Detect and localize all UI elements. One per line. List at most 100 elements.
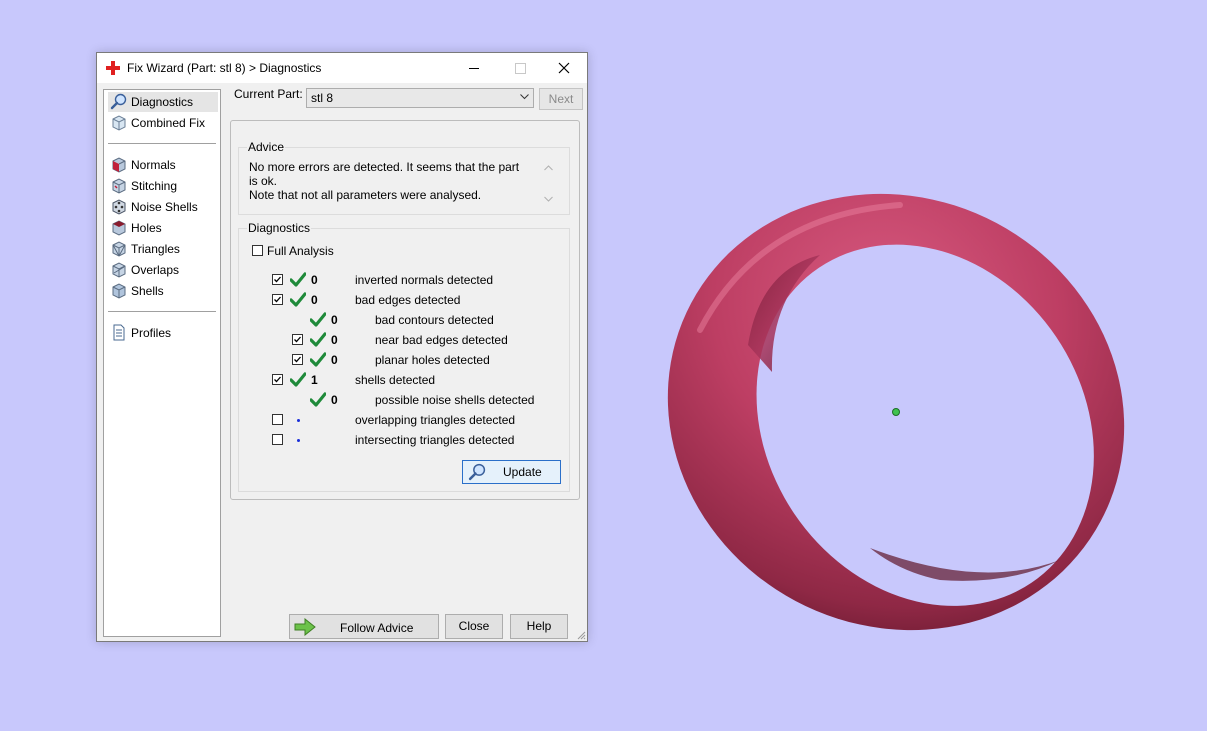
scroll-down-icon[interactable] [544,196,553,202]
shells-cube-icon [112,283,126,299]
nav-label: Holes [131,221,162,235]
magnifier-icon [468,463,486,481]
nav-item-triangles[interactable]: Triangles [108,239,218,259]
checkmark-icon [274,276,281,283]
resize-grip-icon[interactable] [576,630,586,640]
green-check-icon [290,272,306,287]
red-cross-app-icon [106,61,120,75]
advice-title: Advice [247,140,286,154]
diag-text: planar holes detected [375,353,490,367]
green-check-icon [290,372,306,387]
diag-text: near bad edges detected [375,333,508,347]
diag-text: inverted normals detected [355,273,494,287]
nav-label: Stitching [131,179,178,193]
advice-line: No more errors are detected. It seems th… [249,160,520,188]
diag-count: 0 [331,313,338,327]
diag-text: bad contours detected [375,313,494,327]
diag-checkbox[interactable] [272,434,283,445]
stitching-cube-icon [112,178,126,194]
nav-label: Diagnostics [131,95,194,109]
update-button[interactable]: Update [462,460,561,484]
nav-label: Overlaps [131,263,180,277]
diag-count: 0 [331,353,338,367]
nav-label: Noise Shells [131,200,198,214]
nav-item-profiles[interactable]: Profiles [108,323,218,343]
nav-label: Triangles [131,242,180,256]
diagnostics-title: Diagnostics [247,221,312,235]
nav-label: Profiles [131,326,172,340]
follow-advice-button[interactable]: Follow Advice [289,614,439,639]
advice-line: Note that not all parameters were analys… [249,188,482,202]
nav-label: Combined Fix [131,116,206,130]
overlaps-cube-icon [112,262,126,278]
update-label: Update [503,465,542,479]
maximize-button[interactable] [497,53,543,83]
maximize-icon [515,63,526,74]
nav-label: Shells [131,284,164,298]
current-part-value: stl 8 [311,91,334,105]
full-analysis-checkbox[interactable] [252,245,263,256]
diag-count: 0 [331,333,338,347]
title-bar[interactable]: Fix Wizard (Part: stl 8) > Diagnostics [97,53,587,83]
current-part-label: Current Part: [234,87,303,101]
magnifier-icon [110,93,127,110]
green-arrow-icon [294,618,316,636]
next-button[interactable]: Next [539,88,583,110]
full-analysis-label: Full Analysis [267,244,334,258]
help-button[interactable]: Help [510,614,568,639]
noise-shells-cube-icon [112,199,126,215]
origin-marker [892,408,900,416]
nav-item-stitching[interactable]: Stitching [108,176,218,196]
diagnostics-group: Diagnostics Full Analysis 0 inverted nor… [238,221,570,492]
window-title: Fix Wizard (Part: stl 8) > Diagnostics [127,61,322,75]
cube-icon [112,115,126,131]
holes-cube-icon [112,220,126,236]
green-check-icon [310,312,326,327]
content-panel: Advice No more errors are detected. It s… [230,120,580,500]
nav-item-shells[interactable]: Shells [108,281,218,301]
diag-checkbox[interactable] [272,414,283,425]
pending-dot-icon [297,439,300,442]
diag-count: 0 [331,393,338,407]
diag-count: 0 [311,273,318,287]
checkmark-icon [274,376,281,383]
wizard-nav: Diagnostics Combined Fix Normals Stitchi… [103,89,221,637]
nav-label: Normals [131,158,176,172]
nav-item-combined-fix[interactable]: Combined Fix [108,113,218,133]
pending-dot-icon [297,419,300,422]
diag-checkbox[interactable] [272,294,283,305]
green-check-icon [290,292,306,307]
diag-checkbox[interactable] [292,334,303,345]
fix-wizard-window: Fix Wizard (Part: stl 8) > Diagnostics D… [96,52,588,642]
diag-text: overlapping triangles detected [355,413,516,427]
nav-item-overlaps[interactable]: Overlaps [108,260,218,280]
minimize-icon [469,68,479,69]
diag-text: shells detected [355,373,436,387]
diag-checkbox[interactable] [272,374,283,385]
checkmark-icon [294,356,301,363]
diag-checkbox[interactable] [292,354,303,365]
diag-text: possible noise shells detected [375,393,535,407]
current-part-select[interactable]: stl 8 [306,88,534,108]
diag-checkbox[interactable] [272,274,283,285]
minimize-button[interactable] [451,53,497,83]
diag-text: intersecting triangles detected [355,433,515,447]
green-check-icon [310,392,326,407]
checkmark-icon [294,336,301,343]
document-icon [113,324,125,341]
close-button[interactable]: Close [445,614,503,639]
nav-item-noise-shells[interactable]: Noise Shells [108,197,218,217]
nav-item-holes[interactable]: Holes [108,218,218,238]
chevron-down-icon [520,94,529,100]
green-check-icon [310,332,326,347]
close-window-button[interactable] [541,53,587,83]
nav-item-normals[interactable]: Normals [108,155,218,175]
green-check-icon [310,352,326,367]
nav-item-diagnostics[interactable]: Diagnostics [108,92,218,112]
close-icon [558,62,570,74]
diag-text: bad edges detected [355,293,461,307]
scroll-up-icon[interactable] [544,165,553,171]
advice-group: Advice No more errors are detected. It s… [238,140,570,215]
diag-count: 0 [311,293,318,307]
triangles-cube-icon [112,241,126,257]
